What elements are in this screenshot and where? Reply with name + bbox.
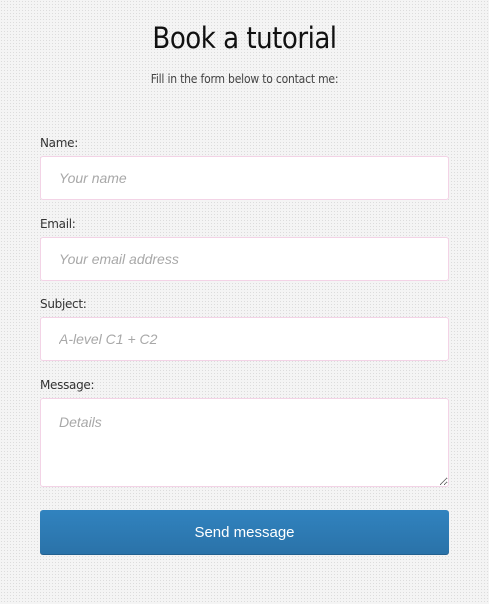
email-label: Email: (40, 217, 76, 231)
email-field[interactable] (40, 237, 449, 281)
name-label: Name: (40, 136, 78, 150)
message-label: Message: (40, 378, 95, 392)
subject-label: Subject: (40, 297, 87, 311)
name-field[interactable] (40, 156, 449, 200)
send-message-button[interactable]: Send message (40, 510, 449, 555)
subject-field[interactable] (40, 317, 449, 361)
message-field[interactable] (40, 398, 449, 487)
page-subtitle: Fill in the form below to contact me: (150, 72, 339, 86)
page-title: Book a tutorial (152, 21, 337, 55)
